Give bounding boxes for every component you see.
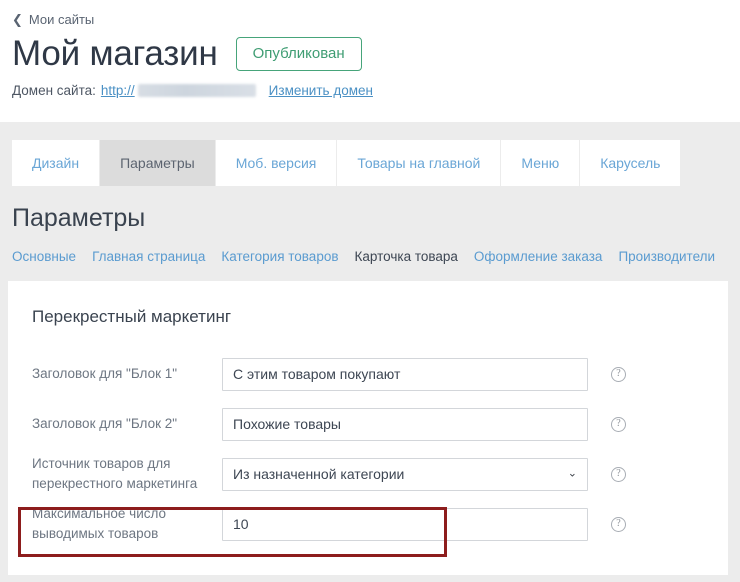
form-row-product-source: Источник товаров для перекрестного марке… xyxy=(32,449,728,499)
product-source-select[interactable] xyxy=(222,457,588,491)
help-icon[interactable]: ? xyxy=(611,366,626,382)
tab-homepage-products[interactable]: Товары на главной xyxy=(337,140,502,186)
max-products-input[interactable] xyxy=(222,507,588,541)
back-link-label: Мои сайты xyxy=(28,12,95,27)
card-title: Перекрестный маркетинг xyxy=(32,307,232,326)
help-icon[interactable]: ? xyxy=(611,516,626,532)
back-to-my-sites-link[interactable]: ❮ Мои сайты xyxy=(12,12,94,27)
section-title: Параметры xyxy=(12,204,146,232)
subnav-item-product-category[interactable]: Категория товаров xyxy=(221,249,338,264)
tab-parameters[interactable]: Параметры xyxy=(100,140,216,186)
page-title: Мой магазин xyxy=(12,34,218,73)
parameters-section: Параметры Основные Главная страница Кате… xyxy=(0,204,740,264)
block2-title-input[interactable] xyxy=(222,407,588,441)
form-row-block2-title: Заголовок для "Блок 2" ? xyxy=(32,399,728,449)
site-domain-link[interactable]: http:// xyxy=(101,83,135,98)
subnav-item-manufacturers[interactable]: Производители xyxy=(618,249,715,264)
subnav-item-basic[interactable]: Основные xyxy=(12,249,76,264)
tab-label: Меню xyxy=(521,155,560,171)
tab-mobile-version[interactable]: Моб. версия xyxy=(215,140,338,186)
tab-carousel[interactable]: Карусель xyxy=(580,140,682,186)
subnav-item-checkout[interactable]: Оформление заказа xyxy=(474,249,603,264)
domain-label: Домен сайта: xyxy=(12,82,96,98)
field-label: Источник товаров для перекрестного марке… xyxy=(32,456,198,491)
status-badge: Опубликован xyxy=(235,37,362,72)
field-label: Заголовок для "Блок 1" xyxy=(32,366,178,382)
tab-label: Дизайн xyxy=(32,155,80,171)
tab-label: Параметры xyxy=(120,155,195,171)
domain-row: Домен сайта: http:// Изменить домен xyxy=(12,82,740,98)
redacted-domain-overlay xyxy=(137,83,256,97)
field-label: Максимальное число выводимых товаров xyxy=(32,506,167,541)
tab-menu[interactable]: Меню xyxy=(501,140,581,186)
parameters-subnav: Основные Главная страница Категория това… xyxy=(12,249,728,264)
form-row-block1-title: Заголовок для "Блок 1" ? xyxy=(32,349,728,399)
field-label: Заголовок для "Блок 2" xyxy=(32,416,178,432)
block1-title-input[interactable] xyxy=(222,357,588,391)
product-source-select-wrapper[interactable]: ⌄ xyxy=(222,457,588,491)
site-header: ❮ Мои сайты Мой магазин Опубликован Доме… xyxy=(0,0,740,122)
title-row: Мой магазин Опубликован xyxy=(12,34,740,74)
help-icon[interactable]: ? xyxy=(611,416,626,432)
tab-design[interactable]: Дизайн xyxy=(12,140,101,186)
form-row-max-products: Максимальное число выводимых товаров ? xyxy=(32,499,728,549)
tab-label: Карусель xyxy=(600,155,661,171)
subnav-item-homepage[interactable]: Главная страница xyxy=(92,249,205,264)
change-domain-link[interactable]: Изменить домен xyxy=(269,83,373,98)
cross-marketing-card: Перекрестный маркетинг Заголовок для "Бл… xyxy=(8,281,728,575)
tab-label: Товары на главной xyxy=(357,155,481,171)
subnav-item-product-card[interactable]: Карточка товара xyxy=(355,249,458,264)
main-tab-bar: Дизайн Параметры Моб. версия Товары на г… xyxy=(0,140,740,186)
tab-label: Моб. версия xyxy=(235,155,317,171)
help-icon[interactable]: ? xyxy=(611,466,626,482)
chevron-left-icon: ❮ xyxy=(12,12,23,27)
